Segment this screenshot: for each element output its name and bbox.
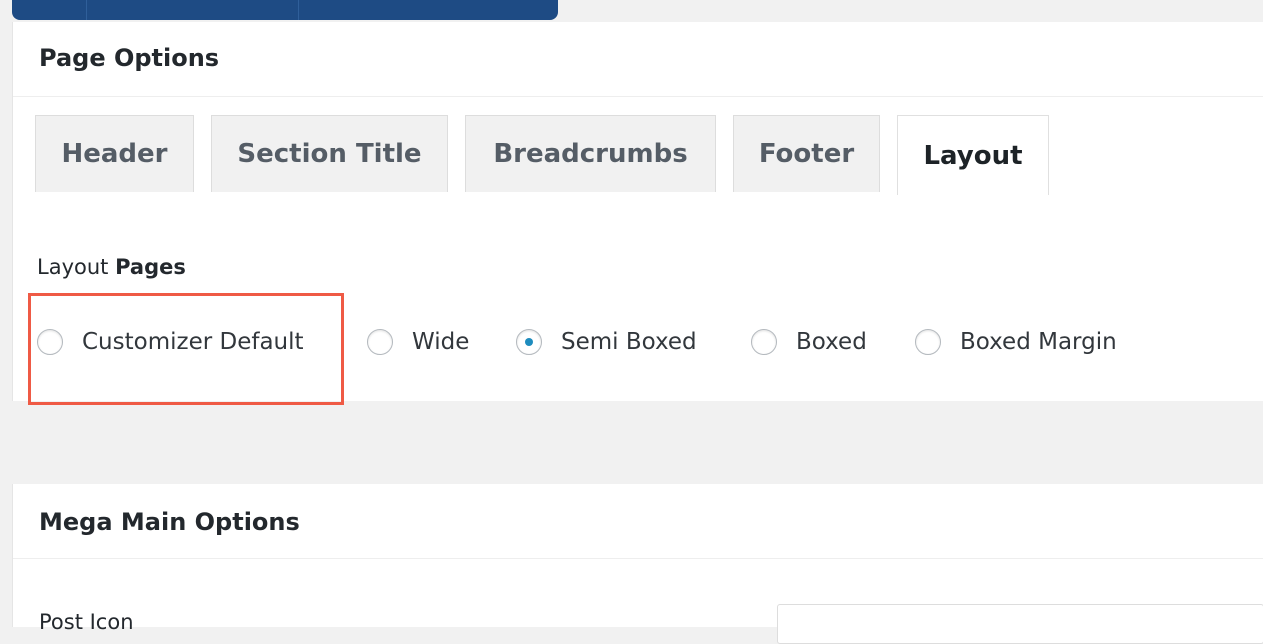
layout-pages-label: Layout Pages xyxy=(37,255,186,279)
radio-label: Boxed xyxy=(796,329,867,355)
radio-button[interactable] xyxy=(37,329,63,355)
page-options-box: Page Options Header Section Title Breadc… xyxy=(12,22,1263,405)
tab-label: Header xyxy=(61,139,168,169)
radio-button[interactable] xyxy=(751,329,777,355)
top-bar-divider xyxy=(298,0,299,20)
mega-main-options-title: Mega Main Options xyxy=(39,508,300,536)
tab-label: Section Title xyxy=(237,139,422,169)
radio-button[interactable] xyxy=(367,329,393,355)
radio-label: Boxed Margin xyxy=(960,329,1117,355)
tab-header[interactable]: Header xyxy=(35,115,194,192)
radio-semi-boxed[interactable]: Semi Boxed xyxy=(516,322,697,362)
top-bar-divider xyxy=(86,0,87,20)
radio-boxed-margin[interactable]: Boxed Margin xyxy=(915,322,1117,362)
tab-label: Breadcrumbs xyxy=(493,139,688,169)
layout-radio-group: Customizer Default Wide Semi Boxed Boxed… xyxy=(37,322,1237,362)
tab-footer[interactable]: Footer xyxy=(733,115,880,192)
radio-button-checked[interactable] xyxy=(516,329,542,355)
tab-label: Footer xyxy=(758,139,855,169)
mega-main-options-box: Mega Main Options Post Icon xyxy=(12,484,1263,644)
radio-boxed[interactable]: Boxed xyxy=(751,322,867,362)
post-icon-label: Post Icon xyxy=(39,610,134,634)
mega-main-options-header[interactable]: Mega Main Options xyxy=(13,484,1263,559)
radio-label: Semi Boxed xyxy=(561,329,697,355)
layout-pages-label-bold: Pages xyxy=(115,255,186,279)
tab-layout[interactable]: Layout xyxy=(897,115,1049,195)
radio-wide[interactable]: Wide xyxy=(367,322,469,362)
page-options-tabs: Header Section Title Breadcrumbs Footer … xyxy=(13,115,1263,216)
tab-section-title[interactable]: Section Title xyxy=(211,115,448,192)
post-icon-input[interactable] xyxy=(777,604,1263,644)
radio-label: Customizer Default xyxy=(82,329,304,355)
tab-label: Layout xyxy=(923,140,1023,171)
tab-breadcrumbs[interactable]: Breadcrumbs xyxy=(465,115,716,192)
radio-customizer-default[interactable]: Customizer Default xyxy=(37,322,304,362)
page-options-title: Page Options xyxy=(39,44,220,72)
page-options-header[interactable]: Page Options xyxy=(13,22,1263,97)
layout-pages-label-prefix: Layout xyxy=(37,255,109,279)
radio-label: Wide xyxy=(412,329,470,355)
radio-button[interactable] xyxy=(915,329,941,355)
admin-top-bar xyxy=(12,0,558,20)
